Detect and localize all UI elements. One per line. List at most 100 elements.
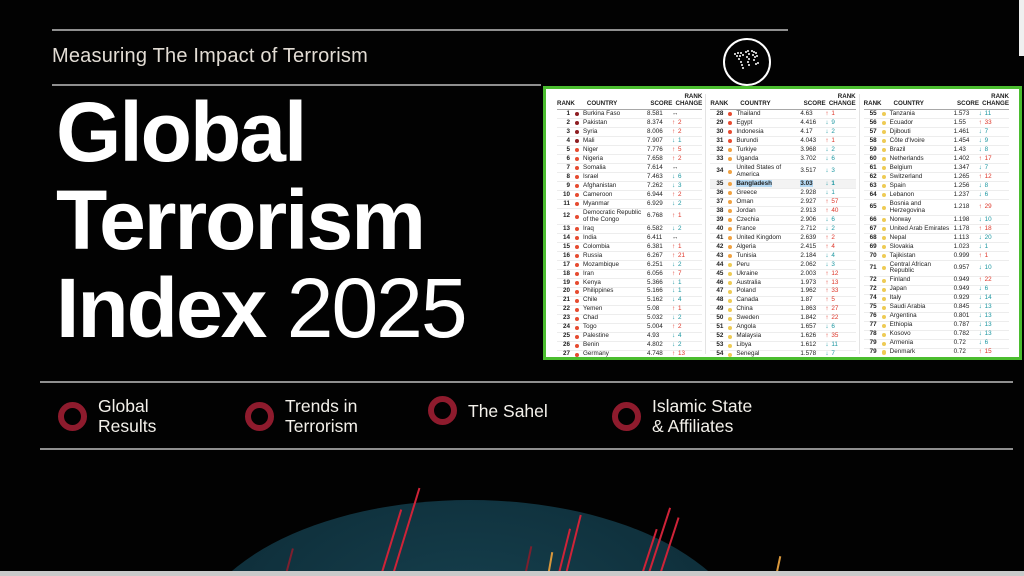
table-row[interactable]: 44 Peru 2.062 ↓ 3 bbox=[710, 259, 856, 269]
nav-item-islamic-state-affiliates[interactable]: Islamic State & Affiliates bbox=[612, 396, 752, 436]
table-row[interactable]: 17 Mozambique 6.251 ↓ 2 bbox=[557, 259, 703, 269]
table-row[interactable]: 55 Tanzania 1.573 ↓ 11 bbox=[864, 110, 1009, 118]
nav-item-the-sahel[interactable]: The Sahel bbox=[428, 396, 548, 425]
table-row[interactable]: 7 Somalia 7.614 ↔ bbox=[557, 163, 703, 172]
table-row[interactable]: 10 Cameroon 6.944 ↑ 2 bbox=[557, 190, 703, 199]
table-row[interactable]: 54 Senegal 1.578 ↓ 7 bbox=[710, 349, 856, 359]
table-row[interactable]: 26 Benin 4.802 ↓ 2 bbox=[557, 340, 703, 350]
impact-level-dot-icon bbox=[878, 130, 890, 135]
table-row[interactable]: 70 Tajikistan 0.999 ↑ 1 bbox=[863, 250, 1009, 260]
table-row[interactable]: 48 Canada 1.87 ↑ 5 bbox=[710, 295, 856, 305]
table-row[interactable]: 43 Tunisia 2.184 ↓ 4 bbox=[710, 250, 856, 260]
table-row[interactable]: 77 Ethiopia 0.787 ↓ 13 bbox=[863, 320, 1009, 330]
table-row[interactable]: 69 Slovakia 1.023 ↓ 1 bbox=[863, 241, 1009, 251]
table-row[interactable]: 35 Bangladesh 3.03 ↓ 1 bbox=[710, 179, 856, 189]
table-row[interactable]: 16 Russia 6.267 ↑ 21 bbox=[557, 250, 703, 260]
table-row[interactable]: 12 Democratic Republic of the Congo 6.768 ↑… bbox=[557, 208, 703, 224]
cell-rank: 40 bbox=[716, 224, 724, 232]
cell-rank: 24 bbox=[562, 323, 570, 331]
table-row[interactable]: 34 United States of America 3.517 ↓ 3 bbox=[710, 163, 856, 179]
table-row[interactable]: 5 Niger 7.776 ↑ 5 bbox=[557, 145, 703, 154]
table-row[interactable]: 23 Chad 5.032 ↓ 2 bbox=[557, 313, 703, 323]
table-row[interactable]: 68 Nepal 1.113 ↓ 20 bbox=[863, 232, 1009, 242]
table-row[interactable]: 66 Norway 1.198 ↓ 10 bbox=[863, 215, 1009, 224]
table-row[interactable]: 64 Lebanon 1.237 ↓ 6 bbox=[863, 190, 1009, 199]
table-row[interactable]: 45 Ukraine 2.003 ↑ 12 bbox=[710, 268, 856, 278]
table-row[interactable]: 75 Saudi Arabia 0.845 ↓ 13 bbox=[863, 302, 1009, 312]
table-row[interactable]: 65 Bosnia and Herzegovina 1.218 ↑ 29 bbox=[863, 199, 1009, 215]
table-row[interactable]: 22 Yemen 5.08 ↑ 1 bbox=[557, 304, 703, 314]
globe-logo-icon[interactable] bbox=[721, 36, 773, 88]
table-row[interactable]: 3 Syria 8.006 ↑ 2 bbox=[557, 127, 703, 136]
table-row[interactable]: 71 Central African Republic 0.957 ↓ 10 bbox=[863, 259, 1009, 276]
table-row[interactable]: 6 Nigeria 7.658 ↑ 2 bbox=[557, 154, 703, 163]
table-row[interactable]: 57 Djibouti 1.461 ↓ 7 bbox=[863, 127, 1009, 136]
table-row[interactable]: 9 Afghanistan 7.262 ↓ 3 bbox=[557, 181, 703, 190]
table-row[interactable]: 13 Iraq 6.582 ↓ 2 bbox=[557, 224, 703, 233]
table-row[interactable]: 72 Finland 0.949 ↑ 22 bbox=[863, 275, 1009, 285]
table-row[interactable]: 14 India 6.411 ↔ bbox=[557, 232, 703, 242]
cell-rank: 21 bbox=[562, 296, 570, 304]
table-row[interactable]: 21 Chile 5.162 ↓ 4 bbox=[557, 295, 703, 305]
table-row[interactable]: 56 Ecuador 1.55 ↑ 33 bbox=[863, 118, 1009, 127]
table-row[interactable]: 52 Malaysia 1.626 ↑ 35 bbox=[710, 331, 856, 341]
table-row[interactable]: 61 Belgium 1.347 ↓ 7 bbox=[863, 163, 1009, 172]
table-row[interactable]: 41 United Kingdom 2.639 ↑ 2 bbox=[710, 232, 856, 242]
table-row[interactable]: 24 Togo 5.004 ↑ 2 bbox=[557, 322, 703, 332]
table-row[interactable]: 79 Armenia 0.72 ↓ 6 bbox=[863, 338, 1009, 348]
table-row[interactable]: 47 Poland 1.962 ↑ 33 bbox=[710, 286, 856, 296]
table-row[interactable]: 25 Palestine 4.93 ↓ 4 bbox=[557, 331, 703, 341]
table-row[interactable]: 62 Switzerland 1.265 ↑ 12 bbox=[863, 172, 1009, 181]
table-row[interactable]: 28 Thailand 4.63 ↑ 1 bbox=[710, 110, 855, 118]
table-row[interactable]: 15 Colombia 6.381 ↑ 1 bbox=[557, 241, 703, 251]
table-row[interactable]: 1 Burkina Faso 8.581 ↔ bbox=[557, 110, 702, 118]
table-row[interactable]: 40 France 2.712 ↓ 2 bbox=[710, 224, 856, 233]
table-row[interactable]: 8 Israel 7.463 ↓ 6 bbox=[557, 172, 703, 181]
table-row[interactable]: 79 Denmark 0.72 ↑ 15 bbox=[863, 347, 1009, 357]
cell-country: Tajikistan bbox=[889, 251, 916, 259]
header-divider-line bbox=[52, 29, 788, 31]
cell-score: 1.347 bbox=[953, 163, 970, 171]
table-row[interactable]: 27 Germany 4.748 ↑ 13 bbox=[557, 349, 703, 359]
cell-rank: 30 bbox=[716, 127, 724, 135]
table-row[interactable]: 58 Côte d'Ivoire 1.454 ↓ 9 bbox=[863, 136, 1009, 145]
cell-rank-change: ↓ 8 bbox=[978, 145, 989, 153]
table-row[interactable]: 67 United Arab Emirates 1.178 ↑ 18 bbox=[863, 224, 1009, 233]
table-row[interactable]: 53 Libya 1.612 ↓ 11 bbox=[710, 340, 856, 350]
table-row[interactable]: 63 Spain 1.256 ↓ 8 bbox=[863, 181, 1009, 190]
table-row[interactable]: 46 Australia 1.973 ↑ 13 bbox=[710, 277, 856, 287]
table-row[interactable]: 2 Pakistan 8.374 ↑ 2 bbox=[557, 118, 703, 127]
table-row[interactable]: 33 Uganda 3.702 ↓ 6 bbox=[710, 154, 856, 163]
table-row[interactable]: 20 Philippines 5.166 ↓ 1 bbox=[557, 286, 703, 296]
table-row[interactable]: 19 Kenya 5.366 ↓ 1 bbox=[557, 277, 703, 287]
table-row[interactable]: 50 Sweden 1.842 ↑ 22 bbox=[710, 313, 856, 323]
table-row[interactable]: 32 Turkiye 3.968 ↓ 2 bbox=[710, 145, 856, 154]
impact-level-dot-icon bbox=[724, 352, 736, 357]
table-row[interactable]: 11 Myanmar 6.929 ↓ 2 bbox=[557, 199, 703, 208]
cell-rank: 79 bbox=[869, 348, 877, 356]
table-row[interactable]: 72 Japan 0.949 ↓ 6 bbox=[863, 284, 1009, 294]
table-row[interactable]: 4 Mali 7.907 ↓ 1 bbox=[557, 136, 703, 145]
cell-rank-change: ↑ 13 bbox=[672, 350, 686, 358]
table-row[interactable]: 30 Indonesia 4.17 ↓ 2 bbox=[710, 127, 856, 136]
cell-rank-change: ↑ 21 bbox=[672, 251, 686, 259]
table-row[interactable]: 29 Egypt 4.416 ↓ 9 bbox=[710, 118, 856, 127]
table-row[interactable]: 78 Kosovo 0.782 ↓ 13 bbox=[863, 329, 1009, 339]
table-row[interactable]: 31 Burundi 4.043 ↑ 1 bbox=[710, 136, 856, 145]
cell-rank: 23 bbox=[562, 314, 570, 322]
table-row[interactable]: 59 Brazil 1.43 ↓ 8 bbox=[863, 145, 1009, 154]
table-row[interactable]: 60 Netherlands 1.402 ↑ 17 bbox=[863, 154, 1009, 163]
nav-item-trends-in-terrorism[interactable]: Trends in Terrorism bbox=[245, 396, 358, 436]
table-row[interactable]: 37 Oman 2.927 ↑ 57 bbox=[710, 197, 856, 206]
table-row[interactable]: 39 Czechia 2.906 ↓ 6 bbox=[710, 215, 856, 224]
table-row[interactable]: 74 Italy 0.929 ↓ 14 bbox=[863, 293, 1009, 303]
table-row[interactable]: 42 Algeria 2.415 ↑ 4 bbox=[710, 241, 856, 251]
table-row[interactable]: 51 Angola 1.657 ↓ 6 bbox=[710, 322, 856, 332]
nav-item-global-results[interactable]: Global Results bbox=[58, 396, 156, 436]
table-row[interactable]: 38 Jordan 2.913 ↑ 40 bbox=[710, 206, 856, 215]
table-row[interactable]: 49 China 1.863 ↑ 27 bbox=[710, 304, 856, 314]
table-row[interactable]: 36 Greece 2.928 ↓ 1 bbox=[710, 188, 856, 197]
same-arrow-icon: ↔ bbox=[672, 163, 679, 171]
table-row[interactable]: 76 Argentina 0.801 ↓ 13 bbox=[863, 311, 1009, 321]
table-row[interactable]: 18 Iran 6.056 ↑ 7 bbox=[557, 268, 703, 278]
